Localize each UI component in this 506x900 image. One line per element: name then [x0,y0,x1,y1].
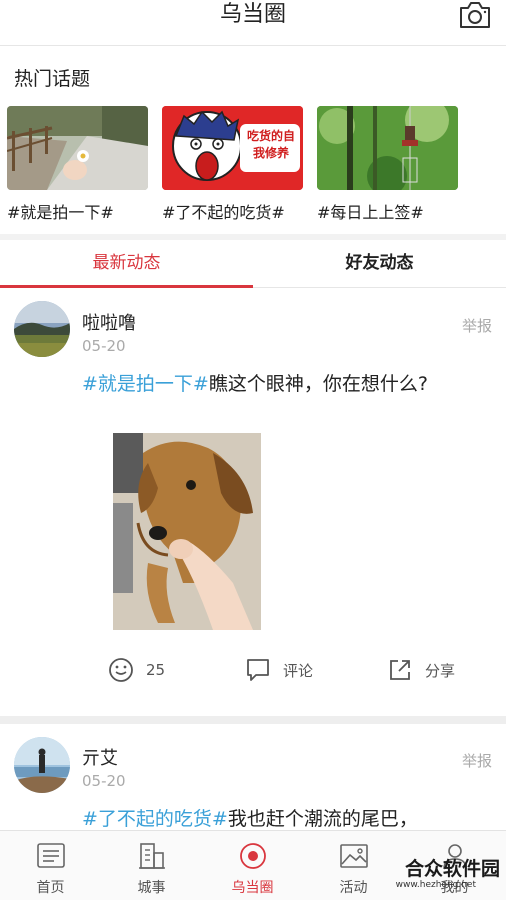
topic-image-caption: 吃货的自我修养 [246,129,295,160]
post-actions: 25 评论 分享 [0,652,506,688]
page-title: 乌当圈 [219,2,286,27]
topic-card-foodie[interactable]: 吃货的自我修养 #了不起的吃货# [162,106,303,223]
smiley-icon [109,658,133,682]
tabbar-label: 首页 [36,880,65,896]
post-text: #就是拍一下#瞧这个眼神，你在想什么? [82,371,462,397]
camera-icon[interactable] [458,0,492,30]
topic-card-photo[interactable]: #就是拍一下# [7,106,148,223]
hot-topics-list: #就是拍一下# 吃货的自我修养 #了不起的吃货# #每日上上签# [7,106,506,226]
share-button[interactable]: 分享 [387,656,455,684]
tabbar-label: 乌当圈 [231,880,274,896]
post-separator [0,716,506,724]
post-body: 瞧这个眼神，你在想什么? [208,373,428,395]
share-label: 分享 [425,661,456,680]
tab-friends[interactable]: 好友动态 [253,240,506,288]
like-count: 25 [146,661,166,679]
hot-topics-title: 热门话题 [14,68,91,90]
feed-post: 亓艾 05-20 举报 #了不起的吃货#我也赶个潮流的尾巴， [0,724,506,830]
tabbar-item-home[interactable]: 首页 [0,831,101,900]
circle-icon [240,843,266,869]
post-date: 05-20 [82,772,126,790]
report-button[interactable]: 举报 [462,750,492,771]
post-hashtag[interactable]: #就是拍一下# [82,373,209,395]
watermark-url: www.hezhong.net [395,880,476,890]
watermark-text: 合众软件园 [404,858,500,880]
comment-icon [247,659,269,681]
building-icon [139,843,165,869]
document-icon [37,843,65,868]
post-body: 我也赶个潮流的尾巴， [227,808,418,830]
topic-image [317,106,458,190]
post-photo[interactable] [113,433,261,630]
topic-image: 吃货的自我修养 [162,106,303,190]
comment-button[interactable]: 评论 [245,656,313,684]
tabbar-item-city[interactable]: 城事 [101,831,202,900]
share-icon [390,660,410,680]
tab-latest[interactable]: 最新动态 [0,240,253,288]
report-button[interactable]: 举报 [462,315,492,336]
post-date: 05-20 [82,337,126,355]
topic-label: #了不起的吃货# [162,203,285,222]
topic-image [7,106,148,190]
topic-label: #每日上上签# [317,203,424,222]
feed-tabs: 最新动态 好友动态 [0,240,506,288]
avatar[interactable] [14,737,70,793]
topic-label: #就是拍一下# [7,203,114,222]
tabbar-label: 城事 [137,880,166,896]
post-text: #了不起的吃货#我也赶个潮流的尾巴， [82,806,482,830]
post-username[interactable]: 啦啦噜 [82,309,136,335]
like-button[interactable]: 25 [108,656,165,684]
comment-label: 评论 [283,661,314,680]
top-nav-bar: 乌当圈 [0,0,506,46]
watermark: 合众软件园 www.hezhong.net [352,854,502,896]
avatar[interactable] [14,301,70,357]
post-hashtag[interactable]: #了不起的吃货# [82,808,228,830]
tabbar-item-circle[interactable]: 乌当圈 [202,831,303,900]
post-username[interactable]: 亓艾 [82,744,118,770]
topic-card-daily[interactable]: #每日上上签# [317,106,458,223]
